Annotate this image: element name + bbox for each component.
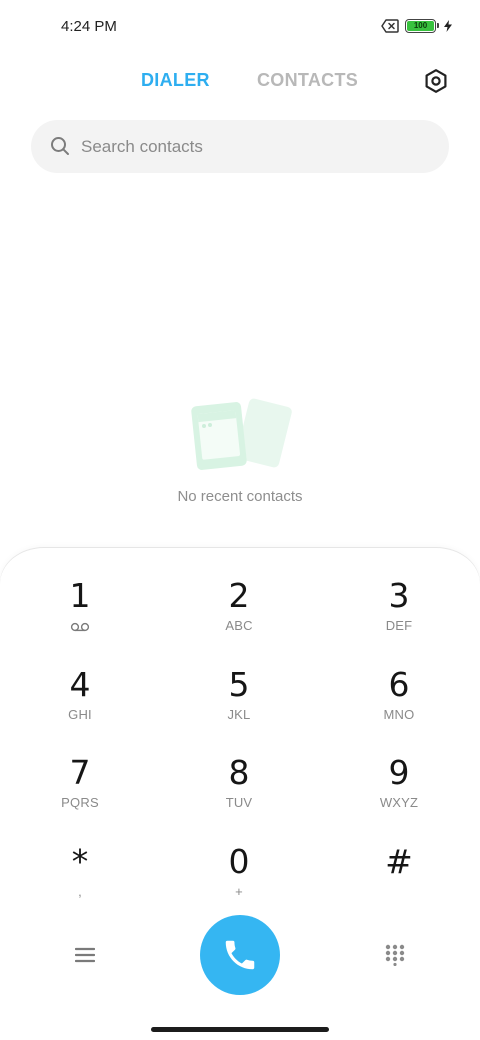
key-digit: 9 — [388, 753, 410, 792]
dialpad-toggle-button[interactable] — [382, 942, 408, 968]
key-letters: PQRS — [61, 795, 99, 810]
key-digit: 3 — [388, 576, 410, 615]
key-letters: MNO — [383, 707, 415, 722]
key-6[interactable]: 6 MNO — [339, 665, 459, 749]
key-9[interactable]: 9 WXYZ — [339, 753, 459, 837]
tab-contacts[interactable]: CONTACTS — [257, 70, 358, 91]
key-digit: 5 — [228, 665, 250, 704]
voicemail-icon — [70, 622, 90, 632]
key-0[interactable]: 0 + — [179, 842, 299, 926]
key-7[interactable]: 7 PQRS — [20, 753, 140, 837]
key-3[interactable]: 3 DEF — [339, 576, 459, 660]
tab-dialer[interactable]: DIALER — [141, 70, 210, 91]
settings-hexagon-icon — [425, 69, 447, 93]
key-1[interactable]: 1 — [20, 576, 140, 660]
battery-icon: 100 — [405, 19, 439, 33]
phone-icon — [225, 940, 255, 970]
key-4[interactable]: 4 GHI — [20, 665, 140, 749]
hamburger-menu-icon — [75, 947, 95, 963]
search-bar[interactable] — [31, 120, 449, 173]
key-digit: 4 — [69, 665, 91, 704]
battery-level: 100 — [407, 21, 434, 31]
key-star[interactable]: * , — [20, 842, 140, 926]
key-digit: # — [385, 842, 413, 881]
key-digit: * — [71, 842, 89, 881]
empty-state-text: No recent contacts — [177, 488, 303, 505]
key-8[interactable]: 8 TUV — [179, 753, 299, 837]
key-5[interactable]: 5 JKL — [179, 665, 299, 749]
menu-button[interactable] — [71, 943, 99, 967]
search-icon — [51, 137, 69, 155]
key-digit: 0 — [228, 842, 250, 881]
key-letters: JKL — [227, 707, 251, 722]
contact-cards-illustration — [191, 398, 292, 470]
key-digit: 6 — [388, 665, 410, 704]
key-2[interactable]: 2 ABC — [179, 576, 299, 660]
charging-bolt-icon — [444, 20, 452, 32]
call-button[interactable] — [200, 915, 280, 995]
settings-button[interactable] — [421, 66, 451, 96]
key-letters: ABC — [225, 618, 253, 633]
key-letters: GHI — [68, 707, 92, 722]
key-digit: 1 — [69, 576, 91, 615]
no-sim-icon — [381, 19, 399, 33]
key-letters: WXYZ — [379, 795, 419, 810]
status-time: 4:24 PM — [61, 18, 117, 35]
key-letters: DEF — [385, 618, 413, 633]
key-digit: 2 — [228, 576, 250, 615]
key-hash[interactable]: # — [339, 842, 459, 926]
key-digit: 8 — [228, 753, 250, 792]
bottom-action-bar — [0, 915, 480, 995]
search-input[interactable] — [81, 120, 421, 173]
key-digit: 7 — [69, 753, 91, 792]
key-letters: , — [78, 884, 82, 899]
tab-bar: DIALER CONTACTS — [0, 60, 480, 102]
home-indicator[interactable] — [151, 1027, 329, 1032]
dialpad-grid-icon — [385, 944, 405, 966]
status-bar: 4:24 PM 100 — [0, 0, 480, 56]
key-letters: + — [235, 884, 243, 899]
empty-state: No recent contacts — [0, 396, 480, 505]
key-letters: TUV — [225, 795, 253, 810]
status-icons: 100 — [381, 19, 452, 33]
